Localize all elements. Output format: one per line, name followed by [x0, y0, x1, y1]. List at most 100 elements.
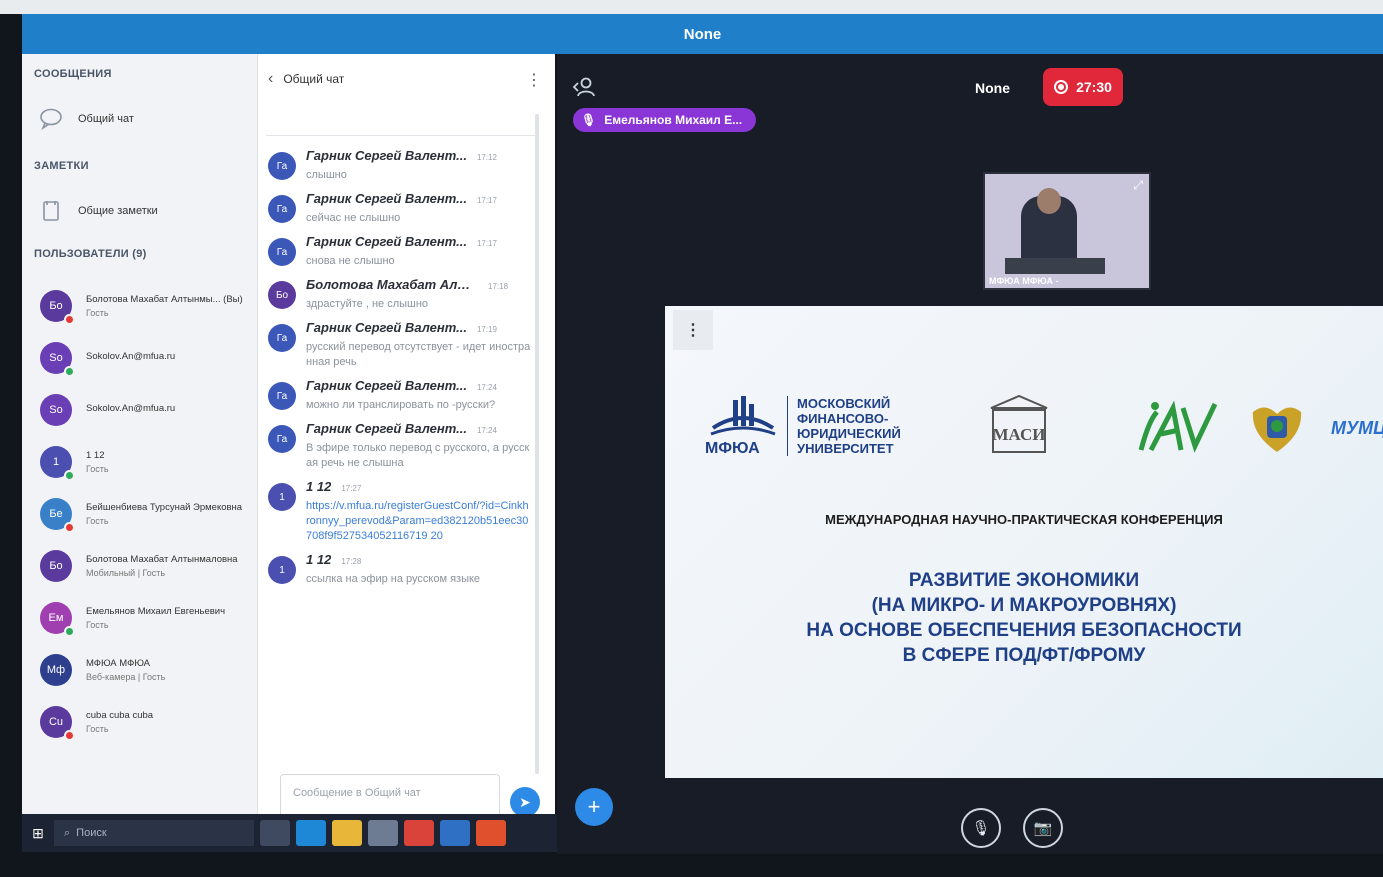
message-text: здрастуйте , не слышно — [306, 298, 429, 310]
browser-top-strip — [0, 0, 1383, 14]
user-list-item[interactable]: Бе Бейшенбиева Турсунай Эрмековна Гость — [40, 488, 255, 540]
file-explorer-icon[interactable] — [332, 820, 362, 846]
university-line-4: УНИВЕРСИТЕТ — [797, 441, 894, 456]
user-list-item[interactable]: So Sokolov.An@mfua.ru — [40, 384, 255, 436]
message-body: Гарник Сергей Валент... 17:24 В эфире толь… — [306, 421, 532, 471]
add-action-button[interactable]: + — [575, 788, 613, 826]
left-sidebar: СООБЩЕНИЯ Общий чат ЗАМЕТКИ Общие заметк… — [22, 54, 257, 814]
avatar-initials: Бо — [49, 560, 63, 572]
chat-bubble-icon — [38, 106, 64, 132]
webcam-video-tile[interactable]: ⤢ МФЮА МФЮА - — [983, 172, 1151, 290]
chat-header: ‹ Общий чат ⋮ — [258, 54, 556, 104]
send-icon: ➤ — [519, 793, 531, 810]
presentation-slide: ⋮ МФЮА МОСКОВСКИЙ ФИНАНСОВО- ЮРИДИЧЕСКИЙ… — [665, 306, 1383, 778]
app-icon[interactable] — [440, 820, 470, 846]
user-info: Sokolov.An@mfua.ru — [86, 403, 246, 417]
microphone-muted-icon: 🎙 — [971, 820, 991, 837]
os-taskbar: ⊞ ⌕ Поиск — [22, 814, 557, 852]
conference-stage: 🎙 Емельянов Михаил Е... None 27:30 ⤢ МФЮ… — [557, 54, 1383, 854]
chat-input-placeholder: Сообщение в Общий чат — [293, 787, 421, 799]
avatar-initials: Га — [276, 433, 288, 445]
message-body: Гарник Сергей Валент... 17:12 слышно — [306, 148, 532, 183]
slide-options-button[interactable]: ⋮ — [673, 310, 713, 350]
microphone-toggle-button[interactable]: 🎙 — [961, 808, 1001, 848]
iav-logo-icon — [1138, 400, 1218, 453]
chat-filter-field[interactable] — [266, 110, 538, 136]
message-time: 17:19 — [476, 325, 497, 334]
avatar-initials: Га — [276, 332, 288, 344]
user-info: Sokolov.An@mfua.ru — [86, 351, 246, 365]
fullscreen-icon[interactable]: ⤢ — [1133, 178, 1143, 193]
task-view-icon[interactable] — [260, 820, 290, 846]
yandex-browser-icon[interactable] — [476, 820, 506, 846]
recording-button[interactable]: 27:30 — [1043, 68, 1123, 106]
back-chevron-icon[interactable]: ‹ — [268, 70, 273, 88]
user-list-item[interactable]: Ем Емельянов Михаил Евгеньевич Гость — [40, 592, 255, 644]
chat-message-input[interactable]: Сообщение в Общий чат — [280, 774, 500, 818]
user-list-item[interactable]: Cu cuba cuba cuba Гость — [40, 696, 255, 748]
store-icon[interactable] — [368, 820, 398, 846]
user-info: cuba cuba cuba Гость — [86, 710, 246, 734]
sidebar-item-shared-notes[interactable]: Общие заметки — [38, 198, 158, 224]
title-line-3: НА ОСНОВЕ ОБЕСПЕЧЕНИЯ БЕЗОПАСНОСТИ — [806, 620, 1242, 641]
avatar-initials: Бе — [49, 508, 63, 520]
chat-message: 1 1 12 17:28 ссылка на эфир на русском язык… — [268, 548, 538, 591]
user-role: Мобильный | Гость — [86, 568, 166, 578]
user-list-toggle-icon[interactable] — [571, 76, 597, 98]
user-name: 1 12 — [86, 450, 105, 461]
avatar: Бо — [40, 290, 75, 325]
conference-title: РАЗВИТИЕ ЭКОНОМИКИ (НА МИКРО- И МАКРОУРО… — [665, 568, 1383, 668]
user-list-item[interactable]: Мф МФЮА МФЮА Веб-камера | Гость — [40, 644, 255, 696]
video-label: МФЮА МФЮА - — [989, 276, 1059, 286]
partner-logos: МФЮА МОСКОВСКИЙ ФИНАНСОВО- ЮРИДИЧЕСКИЙ У… — [705, 394, 1383, 464]
send-button[interactable]: ➤ — [510, 787, 540, 817]
avatar: Ем — [40, 602, 75, 637]
message-body: Гарник Сергей Валент... 17:17 снова не слы… — [306, 234, 532, 269]
avatar: Га — [268, 238, 296, 266]
user-list-item[interactable]: 1 1 12 Гость — [40, 436, 255, 488]
notes-section-title: ЗАМЕТКИ — [34, 160, 89, 172]
message-text: можно ли транслировать по -русски? — [306, 399, 496, 411]
user-role: Гость — [86, 464, 109, 474]
user-name: Болотова Махабат Алтынмаловна — [86, 554, 238, 565]
sidebar-item-general-chat[interactable]: Общий чат — [38, 106, 134, 132]
avatar: Га — [268, 152, 296, 180]
message-author: Гарник Сергей Валент... — [306, 191, 467, 206]
notes-icon — [38, 198, 64, 224]
camera-toggle-button[interactable]: 📷 — [1023, 808, 1063, 848]
message-header: Гарник Сергей Валент... 17:24 — [306, 378, 532, 393]
message-author: Гарник Сергей Валент... — [306, 148, 467, 163]
user-list-item[interactable]: Бо Болотова Махабат Алтынмы... (Вы) Гость — [40, 280, 255, 332]
message-body: Гарник Сергей Валент... 17:19 русский пере… — [306, 320, 532, 370]
chat-scrollbar[interactable] — [535, 114, 539, 774]
message-link[interactable]: https://v.mfua.ru/registerGuestConf/?id=… — [306, 499, 532, 544]
user-list-item[interactable]: So Sokolov.An@mfua.ru — [40, 332, 255, 384]
avatar: So — [40, 394, 72, 426]
avatar: Бо — [268, 281, 296, 309]
user-info: Болотова Махабат Алтынмы... (Вы) Гость — [86, 294, 246, 318]
status-dot-icon — [64, 522, 75, 533]
plus-icon: + — [587, 794, 601, 819]
more-options-icon[interactable]: ⋮ — [526, 70, 542, 90]
windows-start-icon[interactable]: ⊞ — [22, 825, 54, 842]
avatar-initials: Га — [276, 246, 288, 258]
search-icon: ⌕ — [64, 826, 71, 839]
user-list-item[interactable]: Бо Болотова Махабат Алтынмаловна Мобильный… — [40, 540, 255, 592]
university-line-3: ЮРИДИЧЕСКИЙ — [797, 426, 901, 441]
taskbar-search[interactable]: ⌕ Поиск — [54, 820, 254, 846]
avatar-initials: Га — [276, 390, 288, 402]
university-name: МОСКОВСКИЙ ФИНАНСОВО- ЮРИДИЧЕСКИЙ УНИВЕР… — [797, 396, 901, 456]
message-body: 1 12 17:27 https://v.mfua.ru/registerGuest… — [306, 479, 532, 544]
state-emblem-icon — [1252, 407, 1302, 452]
window-titlebar: None — [22, 14, 1383, 54]
avatar-initials: 1 — [52, 456, 60, 468]
user-name: Емельянов Михаил Евгеньевич — [86, 606, 226, 617]
taskbar-search-placeholder: Поиск — [76, 827, 107, 839]
edge-browser-icon[interactable] — [296, 820, 326, 846]
message-text: снова не слышно — [306, 255, 395, 267]
chrome-browser-icon[interactable] — [404, 820, 434, 846]
conference-subtitle: МЕЖДУНАРОДНАЯ НАУЧНО-ПРАКТИЧЕСКАЯ КОНФЕР… — [825, 512, 1223, 527]
talking-indicator: 🎙 Емельянов Михаил Е... — [573, 108, 757, 132]
message-author: Гарник Сергей Валент... — [306, 320, 467, 335]
user-role: Веб-камера | Гость — [86, 672, 166, 682]
